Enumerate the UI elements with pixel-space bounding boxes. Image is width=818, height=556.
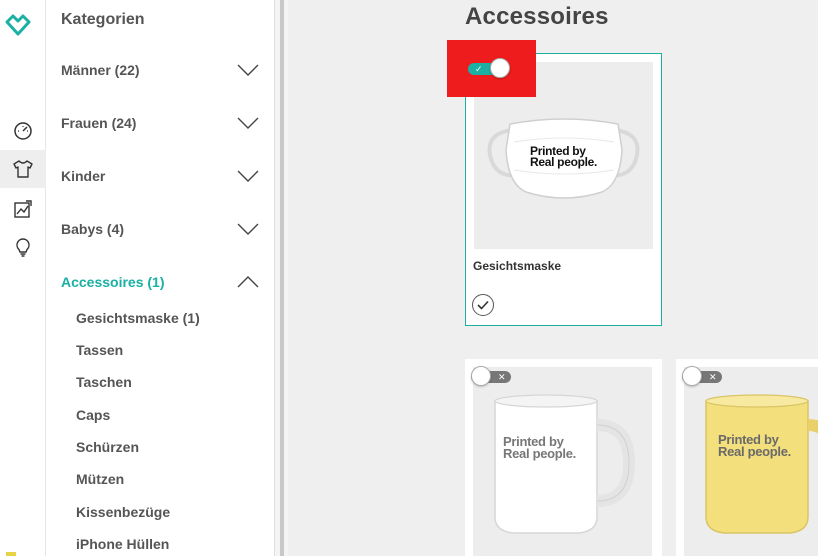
product-toggle-off[interactable]: ✕	[682, 366, 724, 386]
category-label: Frauen (24)	[61, 115, 137, 131]
toggle-knob	[682, 366, 702, 386]
subcategory-gesichtsmaske[interactable]: Gesichtsmaske (1)	[76, 310, 200, 326]
product-card-mug-yellow[interactable]: Printed by Real people.	[676, 359, 818, 556]
designs-button[interactable]	[0, 190, 46, 228]
category-kinder[interactable]: Kinder	[61, 164, 259, 188]
sidebar-scrollbar[interactable]	[274, 0, 288, 556]
chevron-down-icon	[237, 117, 259, 129]
mug-print-line2: Real people.	[503, 445, 576, 461]
category-label: Accessoires (1)	[61, 274, 165, 290]
subcategory-kissenbezuege[interactable]: Kissenbezüge	[76, 504, 170, 520]
product-card-mug-white[interactable]: Printed by Real people.	[465, 359, 662, 556]
toggle-knob	[490, 58, 510, 78]
dashboard-button[interactable]	[0, 112, 46, 150]
yellow-mug-illustration	[705, 394, 818, 534]
icon-rail	[0, 0, 46, 556]
chevron-up-icon	[237, 276, 259, 288]
category-accessoires[interactable]: Accessoires (1)	[61, 270, 259, 294]
page-title: Accessoires	[465, 3, 609, 30]
category-maenner[interactable]: Männer (22)	[61, 58, 259, 82]
toggle-x-icon: ✕	[498, 372, 506, 382]
sidebar-title: Kategorien	[61, 11, 145, 28]
tshirt-icon	[13, 160, 33, 178]
rail-bottom-marker	[6, 552, 16, 556]
subcategory-taschen[interactable]: Taschen	[76, 374, 132, 390]
toggle-knob	[471, 366, 491, 386]
chevron-down-icon	[237, 64, 259, 76]
logo-icon[interactable]	[5, 14, 31, 38]
toggle-x-icon: ✕	[709, 372, 717, 382]
ideas-button[interactable]	[0, 228, 46, 266]
checkmark-icon	[477, 300, 489, 310]
product-toggle-off[interactable]: ✕	[471, 366, 513, 386]
subcategory-caps[interactable]: Caps	[76, 407, 110, 423]
subcategory-muetzen[interactable]: Mützen	[76, 471, 124, 487]
chevron-down-icon	[237, 170, 259, 182]
image-chart-icon	[14, 200, 32, 218]
category-label: Männer (22)	[61, 62, 140, 78]
scrollbar-thumb[interactable]	[280, 0, 284, 556]
subcategory-schuerzen[interactable]: Schürzen	[76, 439, 139, 455]
category-frauen[interactable]: Frauen (24)	[61, 111, 259, 135]
products-button[interactable]	[0, 150, 46, 188]
product-toggle-on[interactable]: ✓	[468, 58, 510, 78]
subcategory-iphone-huellen[interactable]: iPhone Hüllen	[76, 536, 169, 552]
category-babys[interactable]: Babys (4)	[61, 217, 259, 241]
mug-print-line2: Real people.	[718, 443, 791, 459]
lightbulb-icon	[16, 238, 30, 257]
category-label: Babys (4)	[61, 221, 125, 237]
subcategory-tassen[interactable]: Tassen	[76, 342, 123, 358]
white-mug-illustration	[494, 394, 636, 534]
selected-check-button[interactable]	[472, 294, 494, 316]
product-image-mug-white: Printed by Real people.	[473, 367, 652, 556]
toggle-check-icon: ✓	[475, 64, 483, 74]
chevron-down-icon	[237, 223, 259, 235]
product-name: Gesichtsmaske	[473, 259, 562, 273]
category-sidebar: Kategorien Männer (22) Frauen (24) Kinde…	[46, 0, 274, 556]
mask-print-line2: Real people.	[530, 154, 598, 169]
product-area: Accessoires Printed by Real people. Gesi…	[288, 0, 818, 556]
product-image-mug-yellow: Printed by Real people.	[684, 367, 818, 556]
speedometer-icon	[14, 122, 32, 140]
category-label: Kinder	[61, 168, 106, 184]
